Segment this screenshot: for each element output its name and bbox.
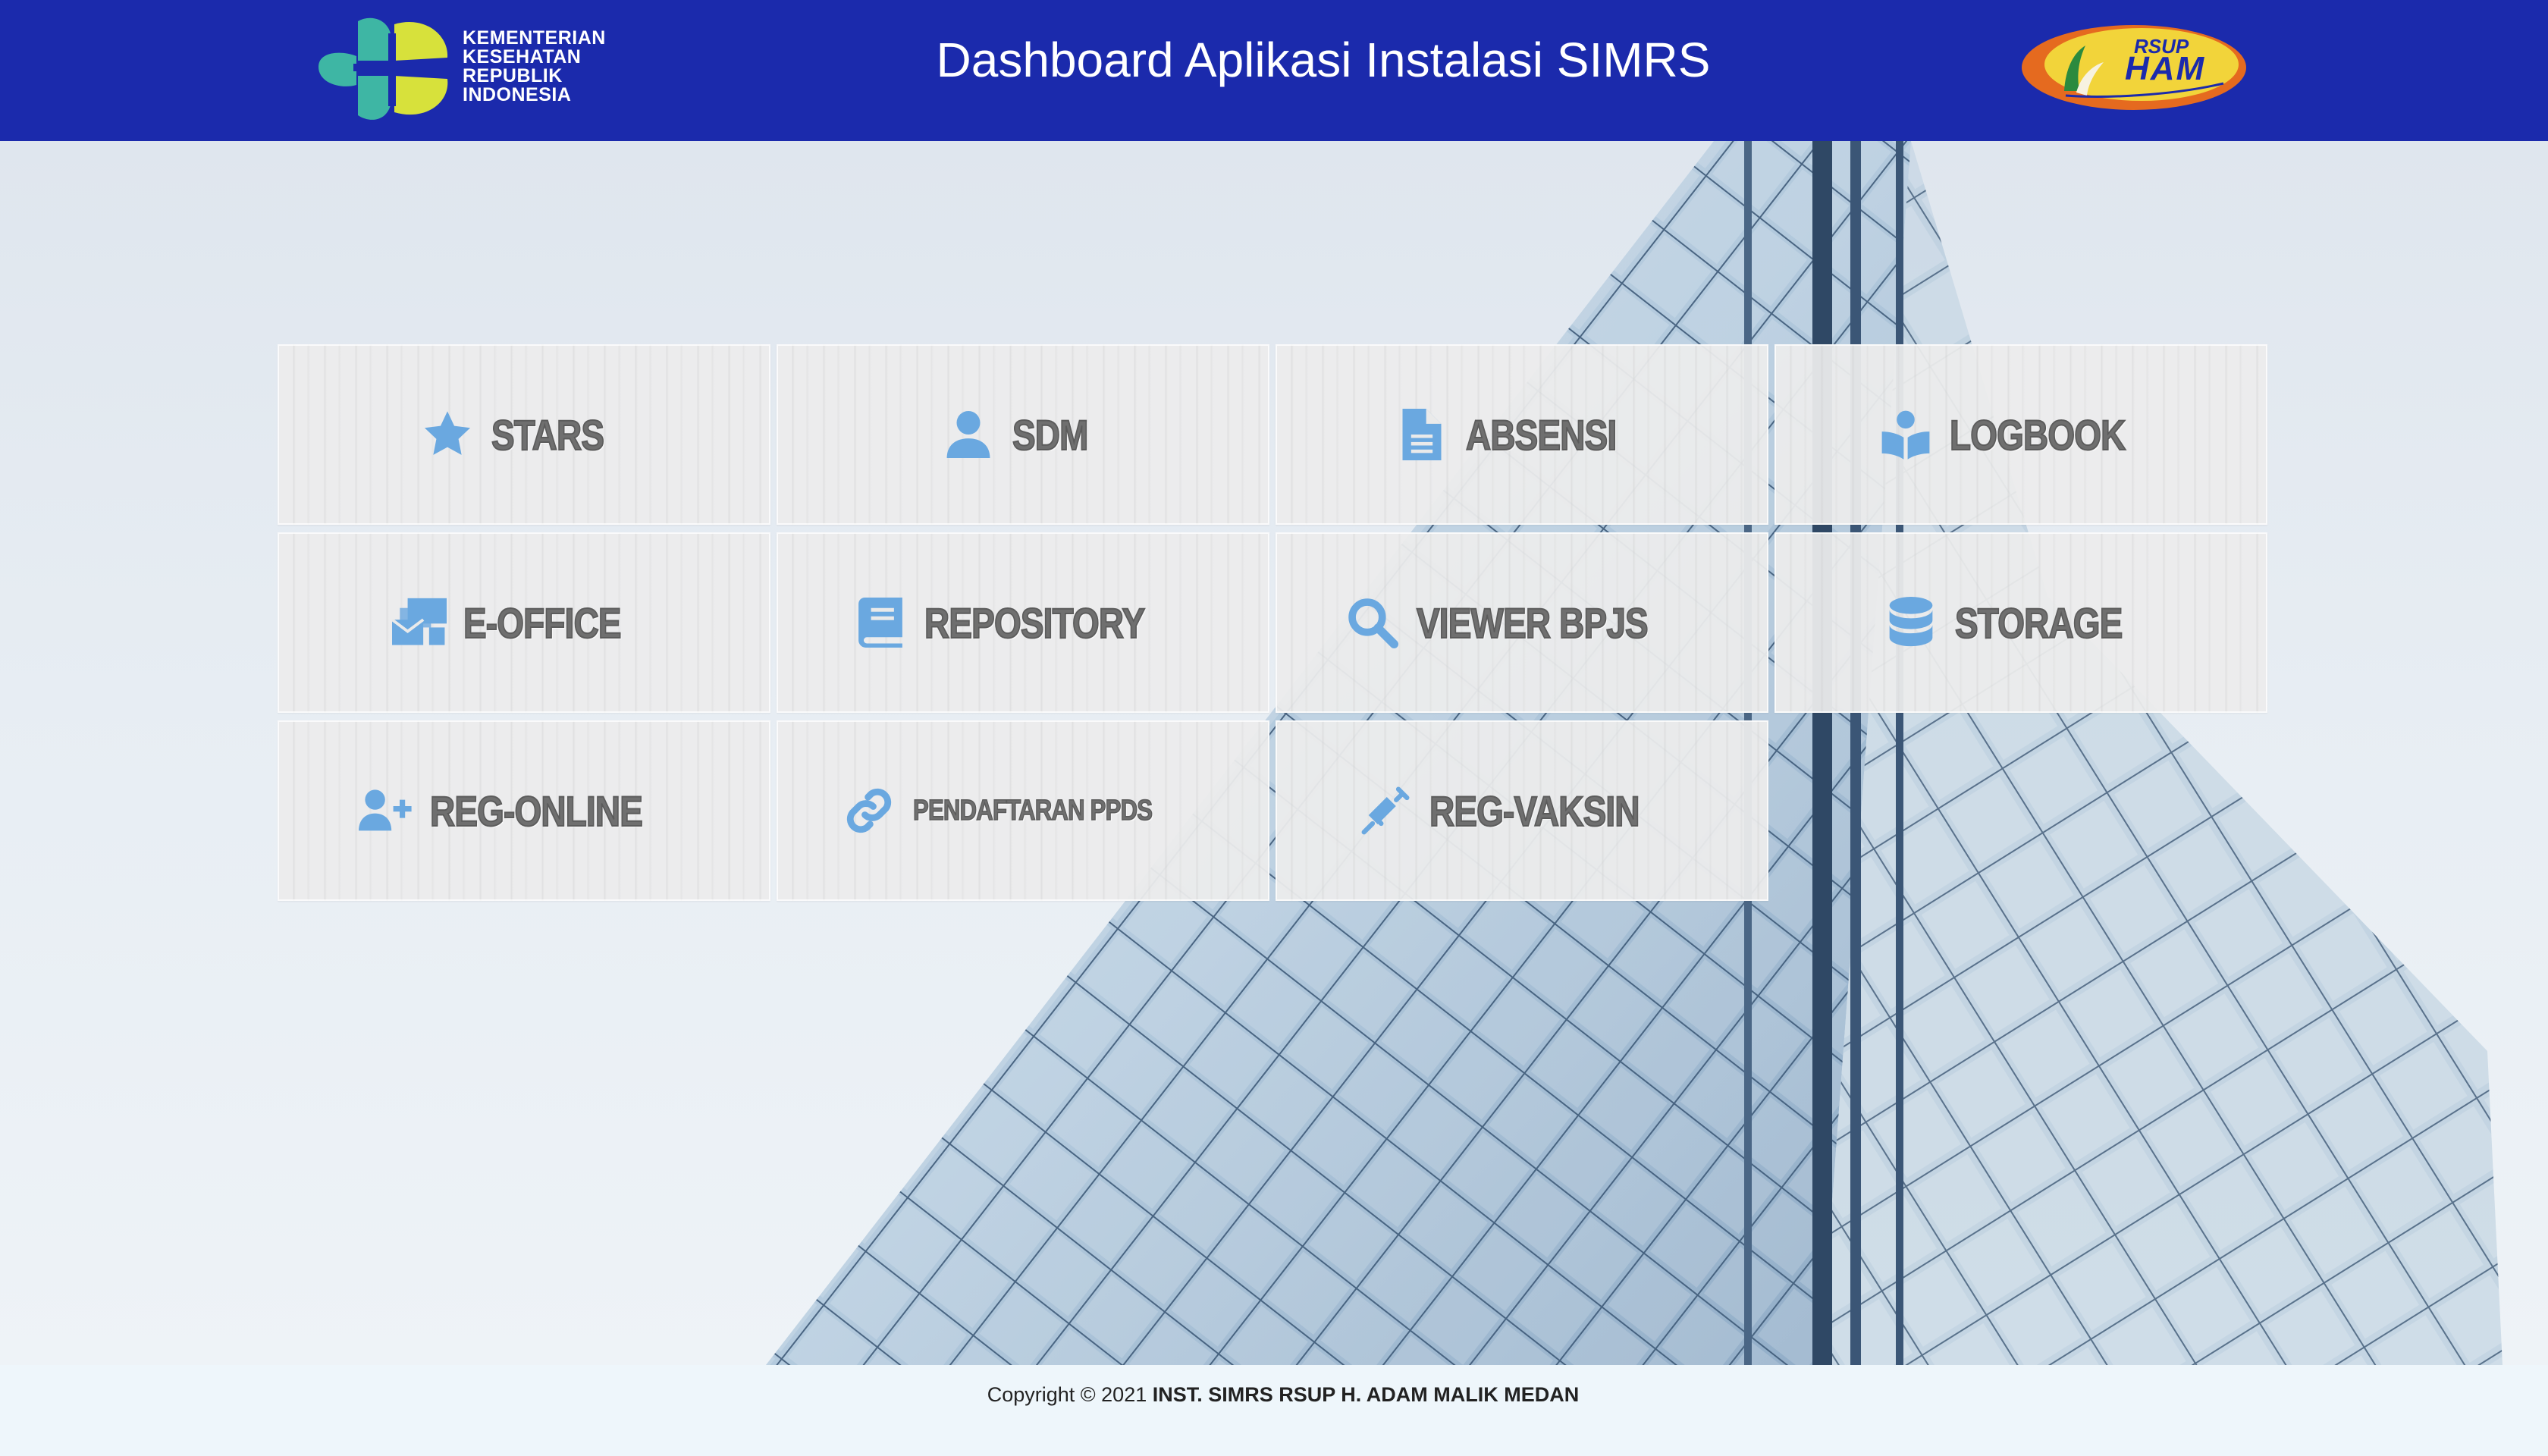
tile-label: E-OFFICE	[463, 598, 623, 648]
tile-label: STORAGE	[1954, 598, 2123, 648]
tile-label: LOGBOOK	[1949, 410, 2126, 460]
user-plus-icon	[359, 783, 413, 838]
app-tile-grid: STARS SDM ABSENSI LOGBOOK E-OFFICE REPOS…	[278, 344, 2272, 905]
tile-label: REPOSITORY	[924, 598, 1146, 648]
tile-e-office[interactable]: E-OFFICE	[278, 532, 770, 713]
tile-pendaftaran-ppds[interactable]: PENDAFTARAN PPDS	[777, 720, 1269, 901]
tile-label: REG-VAKSIN	[1429, 786, 1640, 836]
copyright-text: Copyright © 2021 INST. SIMRS RSUP H. ADA…	[0, 1383, 2548, 1407]
tile-absensi[interactable]: ABSENSI	[1276, 344, 1768, 525]
tile-reg-vaksin[interactable]: REG-VAKSIN	[1276, 720, 1768, 901]
rsup-ham-logo: RSUP HAM	[2020, 23, 2248, 112]
user-icon	[941, 407, 996, 462]
kemenkes-line: INDONESIA	[463, 84, 572, 105]
tile-label: VIEWER BPJS	[1416, 598, 1649, 648]
document-icon	[1395, 407, 1449, 462]
tile-label: REG-ONLINE	[429, 786, 644, 836]
tile-stars[interactable]: STARS	[278, 344, 770, 525]
tile-storage[interactable]: STORAGE	[1774, 532, 2267, 713]
tile-logbook[interactable]: LOGBOOK	[1774, 344, 2267, 525]
book-icon	[853, 595, 908, 650]
star-icon	[420, 407, 475, 462]
tile-viewer-bpjs[interactable]: VIEWER BPJS	[1276, 532, 1768, 713]
copyright-owner: INST. SIMRS RSUP H. ADAM MALIK MEDAN	[1152, 1383, 1580, 1406]
search-icon	[1345, 595, 1400, 650]
link-icon	[842, 783, 896, 838]
tile-label: PENDAFTARAN PPDS	[912, 794, 1153, 827]
syringe-icon	[1358, 783, 1413, 838]
tile-label: STARS	[491, 410, 605, 460]
mail-bulk-icon	[392, 595, 447, 650]
header-bar: KEMENTERIAN KESEHATAN REPUBLIK INDONESIA…	[0, 0, 2548, 141]
database-icon	[1884, 595, 1938, 650]
tile-sdm[interactable]: SDM	[777, 344, 1269, 525]
tile-label: ABSENSI	[1465, 410, 1618, 460]
tile-reg-online[interactable]: REG-ONLINE	[278, 720, 770, 901]
copyright-prefix: Copyright © 2021	[987, 1383, 1153, 1406]
book-reader-icon	[1878, 407, 1933, 462]
footer: Copyright © 2021 INST. SIMRS RSUP H. ADA…	[0, 1365, 2548, 1456]
tile-repository[interactable]: REPOSITORY	[777, 532, 1269, 713]
ham-text: HAM	[2125, 50, 2206, 87]
tile-label: SDM	[1012, 410, 1089, 460]
